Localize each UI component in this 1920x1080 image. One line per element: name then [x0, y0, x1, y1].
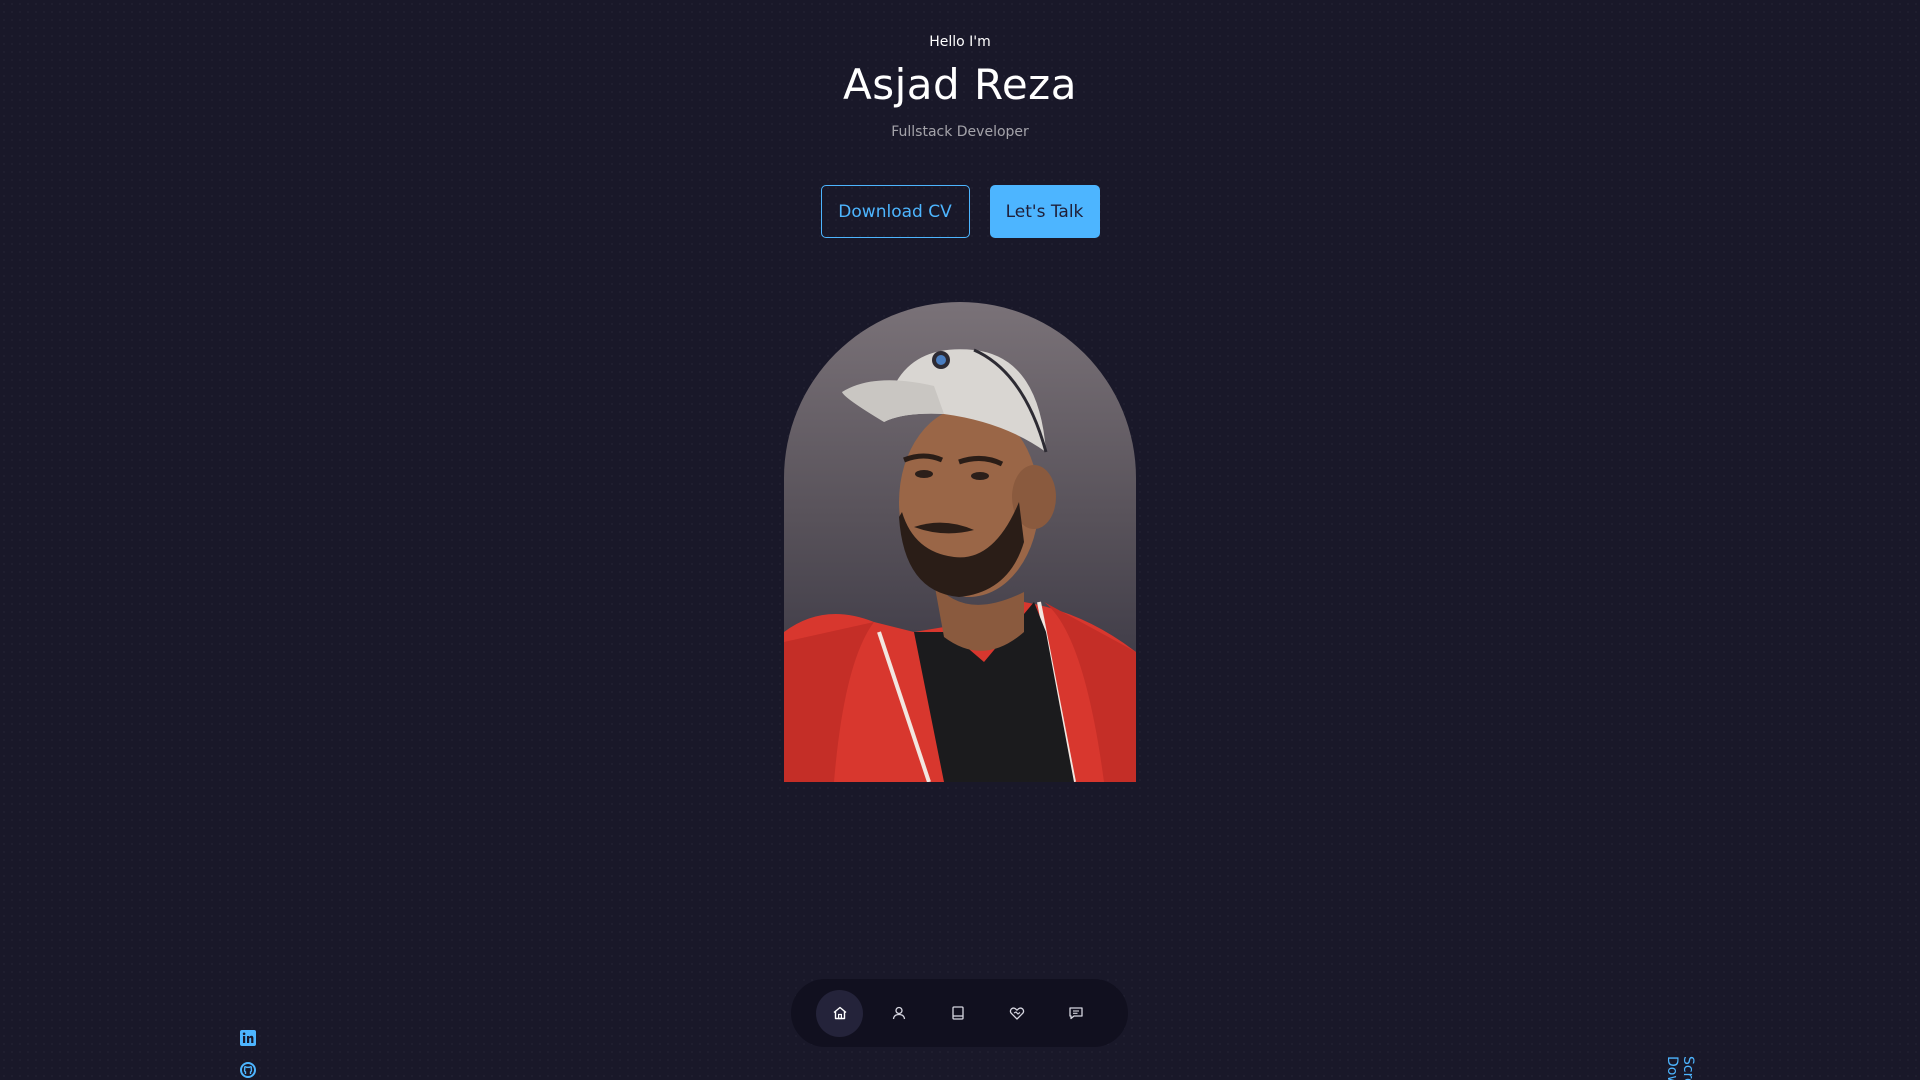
message-icon — [1068, 1007, 1083, 1020]
cta-buttons: Download CV Let's Talk — [0, 185, 1920, 238]
home-icon — [833, 1006, 846, 1020]
github-icon[interactable] — [238, 1060, 258, 1080]
scroll-down-link[interactable]: Scroll Down — [1664, 1056, 1696, 1080]
greeting-text: Hello I'm — [929, 34, 991, 50]
services-icon — [1009, 1007, 1024, 1020]
nav-services[interactable] — [993, 990, 1040, 1037]
linkedin-icon[interactable] — [238, 1028, 258, 1048]
profile-portrait — [784, 302, 1136, 782]
nav-home[interactable] — [816, 989, 863, 1037]
user-icon — [892, 1006, 905, 1020]
nav-contact[interactable] — [1052, 990, 1099, 1037]
nav-experience[interactable] — [934, 990, 981, 1037]
page: Hello I'm Asjad Reza Fullstack Developer… — [0, 0, 1920, 1080]
social-links — [238, 1028, 258, 1080]
download-cv-button[interactable]: Download CV — [820, 185, 970, 238]
role-subtitle: Fullstack Developer — [891, 124, 1029, 140]
nav-about[interactable] — [875, 990, 922, 1037]
page-title: Asjad Reza — [843, 60, 1077, 109]
person-portrait-image — [784, 348, 1136, 782]
book-icon — [951, 1006, 964, 1020]
bottom-nav — [791, 979, 1128, 1047]
lets-talk-button[interactable]: Let's Talk — [989, 185, 1100, 238]
